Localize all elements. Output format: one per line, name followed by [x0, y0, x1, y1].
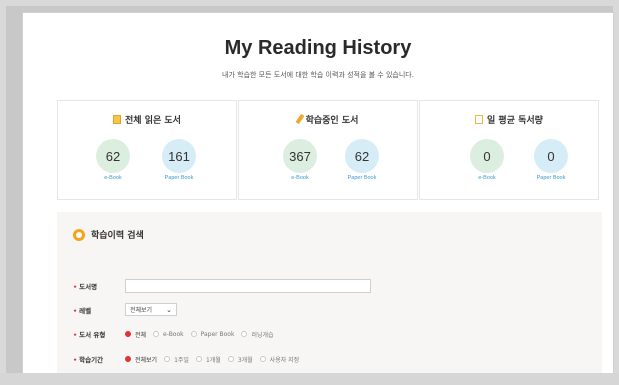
- stat-paperbook: 0 Paper Book: [526, 139, 576, 181]
- stat-ebook: 62 e-Book: [88, 139, 138, 181]
- search-title: 학습이력 검색: [73, 228, 144, 241]
- option-label: 3개월: [237, 356, 253, 364]
- radio-icon: [164, 356, 171, 362]
- stat-circle: 0: [470, 139, 504, 173]
- radio-icon: [241, 331, 248, 337]
- book-type-option-paperbook[interactable]: Paper Book: [190, 330, 235, 338]
- calendar-icon: [475, 115, 484, 124]
- stats-cards: 전체 읽은 도서 62 e-Book 161 Paper Book 학습중인 도…: [57, 100, 613, 202]
- stat-paperbook: 161 Paper Book: [154, 139, 204, 181]
- book-type-option-all[interactable]: 전체: [125, 330, 146, 339]
- radio-icon: [259, 356, 266, 362]
- book-type-option-learning[interactable]: 러닝개습: [241, 330, 274, 339]
- card-daily-average: 일 평균 독서량 0 e-Book 0 Paper Book: [419, 100, 599, 200]
- bottom-bar: [0, 373, 619, 385]
- search-circle-icon: [73, 228, 85, 241]
- option-label: Paper Book: [200, 330, 235, 338]
- stat-ebook: 367 e-Book: [275, 139, 325, 181]
- stat-label: Paper Book: [536, 175, 566, 181]
- stat-label: e-Book: [478, 175, 496, 181]
- level-selected-value: 전체보기: [130, 307, 153, 314]
- card-total-read: 전체 읽은 도서 62 e-Book 161 Paper Book: [57, 100, 237, 200]
- stat-ebook: 0 e-Book: [462, 139, 512, 181]
- book-type-label: 도서 유형: [73, 329, 125, 339]
- period-label: 학습기간: [73, 354, 125, 364]
- stat-circle: 62: [96, 139, 130, 173]
- radio-icon: [195, 356, 202, 362]
- stat-label: e-Book: [291, 175, 309, 181]
- book-name-row: 도서명: [73, 279, 371, 293]
- option-label: 1주일: [174, 356, 189, 364]
- page-title: My Reading History: [224, 37, 412, 59]
- card-title-text: 학습중인 도서: [305, 116, 359, 126]
- period-row: 학습기간 전체보기 1주일 1개월 3개월 사용자 지정: [73, 354, 306, 364]
- stat-circle: 0: [534, 139, 568, 173]
- card-title: 학습중인 도서: [239, 113, 417, 126]
- period-option-3month[interactable]: 3개월: [227, 355, 253, 364]
- card-title-text: 전체 읽은 도서: [125, 116, 181, 126]
- stat-paperbook: 62 Paper Book: [337, 139, 387, 181]
- radio-selected-icon: [125, 356, 131, 362]
- stat-label: Paper Book: [164, 175, 194, 181]
- card-title-text: 일 평균 독서량: [487, 116, 543, 126]
- period-option-1week[interactable]: 1주일: [164, 355, 189, 364]
- page-subtitle: 내가 학습한 모든 도서에 대한 학습 이력과 성적을 볼 수 있습니다.: [222, 71, 414, 79]
- book-icon: [113, 115, 122, 124]
- radio-icon: [153, 331, 160, 337]
- period-option-custom[interactable]: 사용자 지정: [259, 355, 300, 364]
- radio-selected-icon: [125, 331, 131, 337]
- reading-history-page: My Reading History 내가 학습한 모든 도서에 대한 학습 이…: [22, 12, 614, 374]
- radio-icon: [227, 356, 234, 362]
- stat-circle: 62: [345, 139, 379, 173]
- chevron-down-icon: ⌄: [166, 305, 172, 314]
- stat-circle: 161: [162, 139, 196, 173]
- option-label: 전체보기: [135, 356, 158, 364]
- option-label: 1개월: [205, 356, 221, 364]
- level-row: 레벨 전체보기 ⌄: [73, 303, 177, 316]
- period-option-1month[interactable]: 1개월: [195, 355, 221, 364]
- card-title: 일 평균 독서량: [420, 113, 598, 126]
- book-name-label: 도서명: [73, 281, 125, 291]
- book-type-option-ebook[interactable]: e-Book: [153, 331, 184, 338]
- option-label: 러닝개습: [251, 331, 274, 339]
- radio-icon: [190, 331, 197, 337]
- card-title: 전체 읽은 도서: [58, 113, 236, 126]
- period-option-all[interactable]: 전체보기: [125, 355, 157, 364]
- search-panel: 학습이력 검색 도서명 레벨 전체보기 ⌄ 도서 유형 전체 e-Book Pa…: [57, 212, 602, 373]
- option-label: 전체: [135, 331, 147, 339]
- option-label: 사용자 지정: [269, 356, 300, 364]
- level-label: 레벨: [73, 305, 125, 315]
- option-label: e-Book: [163, 330, 184, 338]
- book-type-row: 도서 유형 전체 e-Book Paper Book 러닝개습: [73, 329, 281, 340]
- search-title-text: 학습이력 검색: [91, 231, 144, 241]
- stat-label: e-Book: [104, 175, 122, 181]
- stat-label: Paper Book: [347, 175, 377, 181]
- book-name-input[interactable]: [125, 279, 371, 293]
- pencil-icon: [295, 113, 305, 125]
- level-select[interactable]: 전체보기 ⌄: [125, 303, 177, 316]
- stat-circle: 367: [283, 139, 317, 173]
- card-in-progress: 학습중인 도서 367 e-Book 62 Paper Book: [238, 100, 418, 200]
